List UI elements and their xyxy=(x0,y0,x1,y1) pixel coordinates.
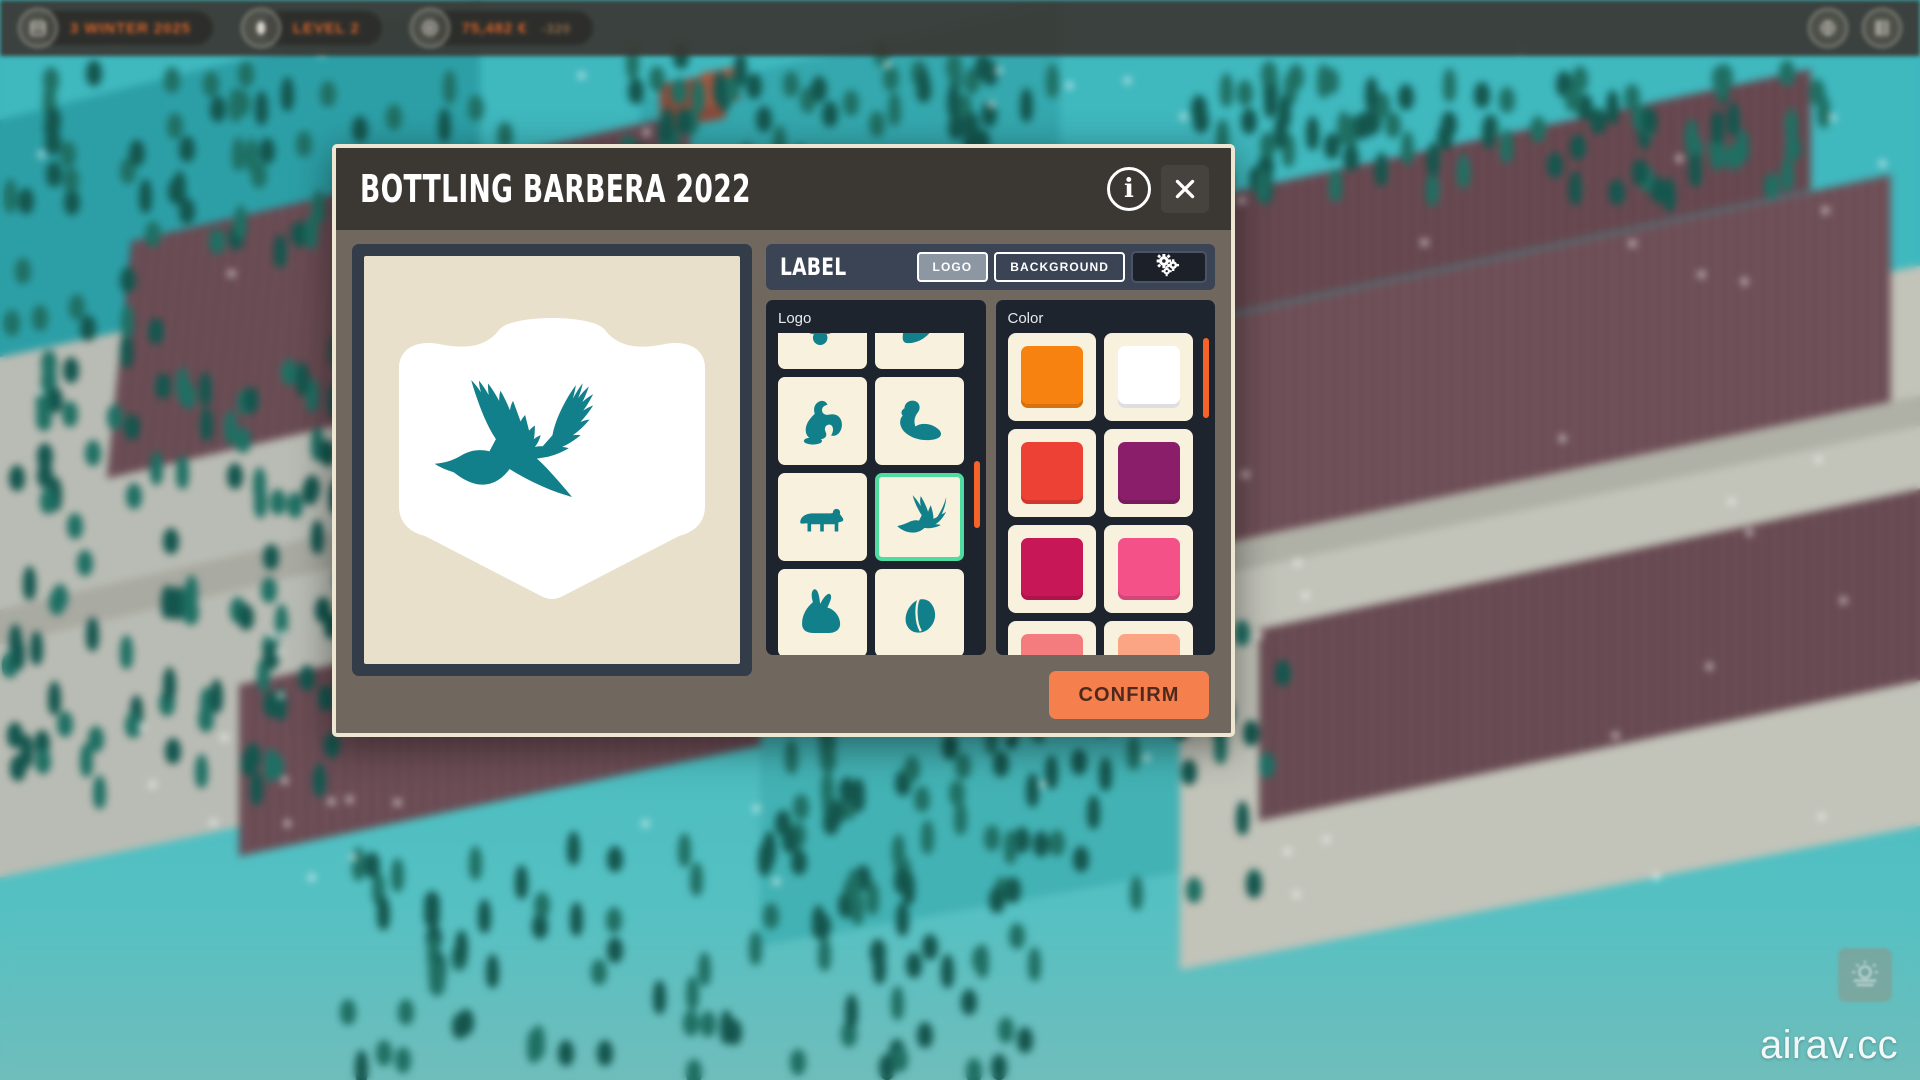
sun-icon xyxy=(1852,960,1878,986)
color-peach xyxy=(1117,634,1180,655)
color-purple xyxy=(1117,442,1180,504)
color-tile-color-red[interactable] xyxy=(1007,429,1097,517)
info-icon[interactable]: i xyxy=(1107,167,1151,211)
color-orange xyxy=(1020,346,1083,408)
logo-scrollbar-thumb[interactable] xyxy=(973,460,980,529)
logo-tile-squirrel-icon[interactable] xyxy=(778,377,867,465)
barrel-icon xyxy=(240,8,281,48)
grapes-icon xyxy=(791,333,853,354)
hud-money-group[interactable]: 75,482 € -320 xyxy=(409,8,594,48)
coin-icon xyxy=(409,8,450,48)
color-tile-color-pink[interactable] xyxy=(1104,525,1193,613)
gears-icon[interactable] xyxy=(1131,251,1207,283)
dialog-titlebar: BOTTLING BARBERA 2022 i xyxy=(336,148,1231,230)
logo-panel-title: Logo xyxy=(778,310,812,327)
squirrel-icon xyxy=(791,392,853,450)
dialog-footer: CONFIRM xyxy=(336,657,1231,733)
hud-right-buttons xyxy=(1808,8,1902,48)
color-scrollbar[interactable] xyxy=(1203,338,1209,645)
page-title: BOTTLING BARBERA 2022 xyxy=(360,167,751,211)
shield-with-goose xyxy=(399,318,705,599)
bottling-dialog: BOTTLING BARBERA 2022 i LABEL LOGO BACKG… xyxy=(332,144,1235,737)
bear-icon xyxy=(791,488,853,546)
hud-money-delta: -320 xyxy=(541,20,572,36)
label-section-title: LABEL xyxy=(780,253,847,281)
logo-grid xyxy=(778,333,980,655)
leaf-icon xyxy=(888,584,950,642)
color-tile-color-salmon[interactable] xyxy=(1007,621,1097,655)
logo-scroll-area[interactable] xyxy=(778,333,980,655)
color-salmon xyxy=(1020,634,1083,655)
tab-logo[interactable]: LOGO xyxy=(916,252,989,282)
book-icon[interactable] xyxy=(1862,8,1902,48)
color-panel-title: Color xyxy=(1007,310,1044,327)
logo-tile-grapes-icon[interactable] xyxy=(778,333,867,369)
color-pink xyxy=(1117,538,1180,600)
logo-tile-swan-icon[interactable] xyxy=(874,377,964,465)
titlebar-actions: i xyxy=(1107,165,1209,213)
swan-icon xyxy=(888,392,950,450)
color-tile-color-orange[interactable] xyxy=(1007,333,1097,421)
logo-tile-leaf-icon[interactable] xyxy=(874,569,964,655)
logo-tile-leaf-partial-icon[interactable] xyxy=(874,333,964,369)
color-tile-color-white[interactable] xyxy=(1104,333,1193,421)
logo-tile-bear-icon[interactable] xyxy=(778,473,867,561)
globe-icon[interactable] xyxy=(1808,8,1848,48)
color-panel: Color xyxy=(995,300,1215,655)
hud-money-label: 75,482 € xyxy=(461,19,528,37)
hud-date-group[interactable]: 3 WINTER 2025 xyxy=(18,8,213,48)
color-white xyxy=(1117,346,1180,408)
weather-toggle-button[interactable] xyxy=(1838,948,1892,1002)
hud-top-bar: 3 WINTER 2025 LEVEL 2 75,482 € -320 xyxy=(0,0,1920,56)
color-tile-color-purple[interactable] xyxy=(1104,429,1193,517)
tab-background[interactable]: BACKGROUND xyxy=(994,252,1125,282)
shield-background xyxy=(399,318,705,599)
color-grid xyxy=(1007,333,1210,655)
logo-tile-rabbit-icon[interactable] xyxy=(778,569,867,655)
color-scroll-area[interactable] xyxy=(1007,333,1210,655)
hud-level-group[interactable]: LEVEL 2 xyxy=(240,8,382,48)
color-tile-color-magenta[interactable] xyxy=(1007,525,1097,613)
watermark: airav.cc xyxy=(1759,1023,1898,1067)
color-tile-color-peach[interactable] xyxy=(1104,621,1193,655)
logo-panel: Logo xyxy=(766,300,986,655)
label-editor-column: LABEL LOGO BACKGROUND Logo Color xyxy=(766,244,1215,657)
color-scrollbar-thumb[interactable] xyxy=(1203,338,1209,418)
hud-date-label: 3 WINTER 2025 xyxy=(40,11,213,45)
hud-money-pill: 75,482 € -320 xyxy=(431,11,594,45)
label-shield-shape xyxy=(387,300,717,620)
label-preview-frame xyxy=(352,244,752,676)
leaf-partial-icon xyxy=(888,333,950,354)
calendar-icon xyxy=(18,8,58,48)
close-icon[interactable] xyxy=(1161,165,1209,213)
rabbit-icon xyxy=(791,584,853,642)
logo-scrollbar[interactable] xyxy=(973,338,980,645)
label-preview xyxy=(364,256,740,664)
color-magenta xyxy=(1020,538,1083,600)
selection-panels: Logo Color xyxy=(766,300,1215,657)
label-section-header: LABEL LOGO BACKGROUND xyxy=(766,244,1215,290)
confirm-button[interactable]: CONFIRM xyxy=(1049,671,1209,719)
label-tabs: LOGO BACKGROUND xyxy=(916,251,1207,283)
logo-tile-flying-goose-icon[interactable] xyxy=(874,473,964,561)
flying-goose-icon xyxy=(888,488,950,546)
dialog-body: LABEL LOGO BACKGROUND Logo Color xyxy=(336,230,1231,676)
color-red xyxy=(1020,442,1083,504)
